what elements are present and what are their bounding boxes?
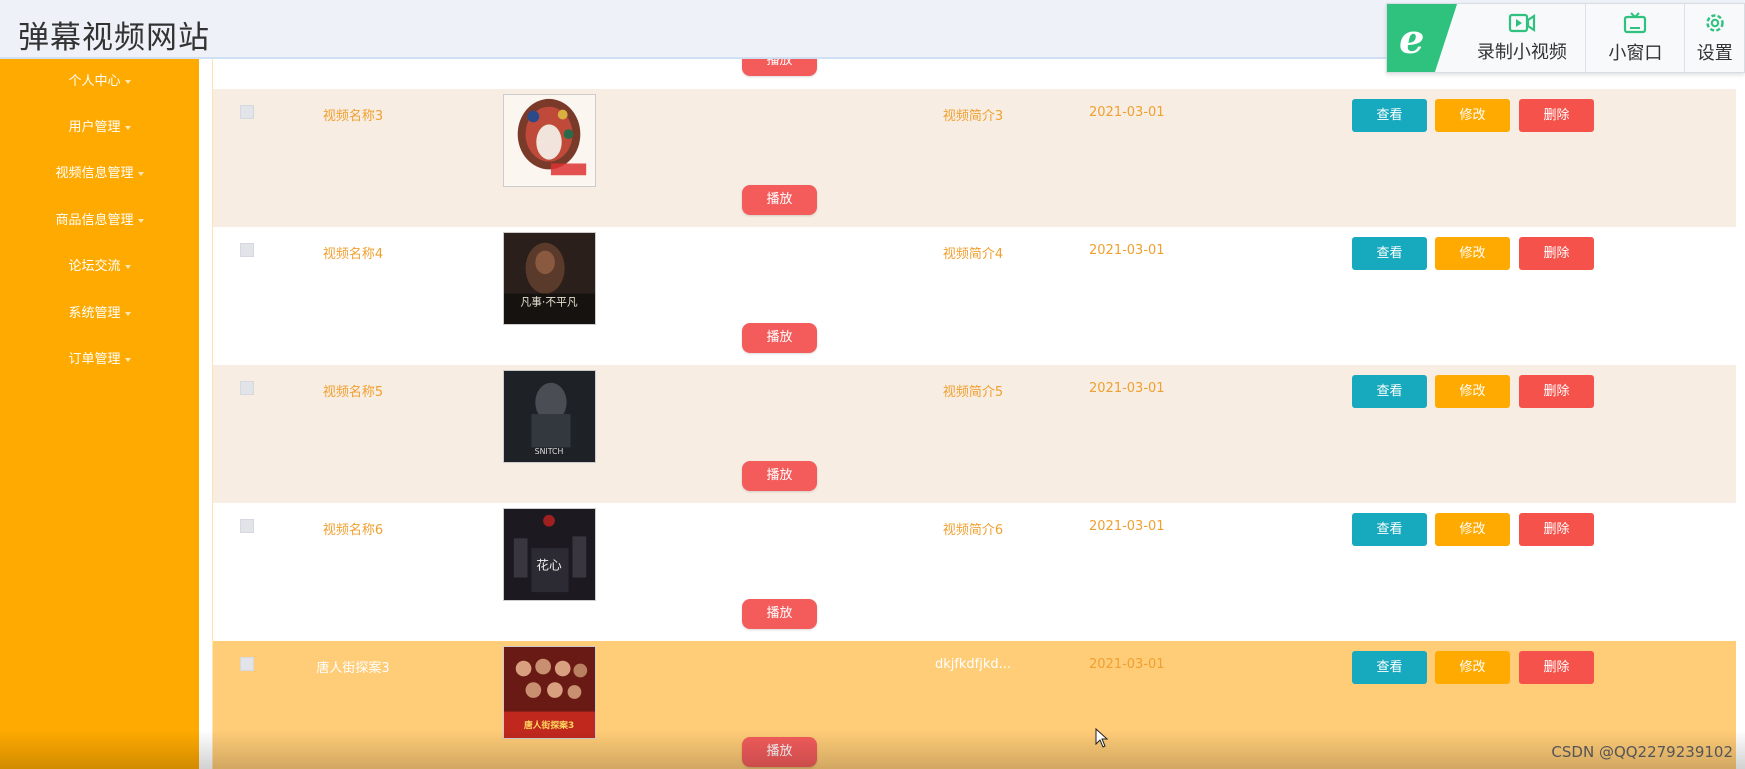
- video-thumbnail[interactable]: [503, 94, 596, 187]
- thumb-caption: 花心: [536, 558, 562, 573]
- play-button[interactable]: 播放: [742, 599, 817, 629]
- sidebar-item-orders[interactable]: 订单管理: [0, 337, 199, 383]
- caret-down-icon: [124, 311, 131, 316]
- table-row: 唐人街探案3 唐人街探案3 dkjfkdfjkd... 2021-03-01 查…: [213, 641, 1736, 769]
- thumb-caption: 唐人街探案3: [524, 719, 574, 731]
- caret-down-icon: [124, 125, 131, 130]
- video-date: 2021-03-01: [1089, 381, 1165, 396]
- play-button[interactable]: 播放: [742, 185, 817, 215]
- video-name: 视频名称4: [322, 247, 384, 262]
- caret-down-icon: [124, 264, 131, 269]
- edit-button[interactable]: 修改: [1435, 237, 1510, 270]
- mouse-cursor-icon: [1095, 728, 1109, 748]
- view-button[interactable]: 查看: [1352, 513, 1427, 546]
- caret-down-icon: [137, 218, 144, 223]
- table-row: 视频名称4 凡事·不平凡 视频简介4 2021-03-01 查看 修改 删除 播…: [213, 227, 1736, 365]
- thumb-caption: 凡事·不平凡: [520, 295, 577, 308]
- settings-button[interactable]: 设置: [1684, 4, 1744, 72]
- browser-logo-icon[interactable]: e: [1387, 4, 1459, 72]
- play-button[interactable]: 播放: [742, 461, 817, 491]
- sidebar: 个人中心 用户管理 视频信息管理 商品信息管理 论坛交流 系统管理 订单管理: [0, 59, 199, 769]
- table-row: 视频名称6 花心 视频简介6 2021-03-01 查看 修改 删除 播放: [213, 503, 1736, 641]
- thumb-caption: SNITCH: [535, 447, 564, 456]
- caret-down-icon: [124, 79, 131, 84]
- view-button[interactable]: 查看: [1352, 651, 1427, 684]
- row-checkbox[interactable]: [240, 105, 254, 119]
- video-name: 视频名称6: [322, 523, 384, 538]
- edit-button[interactable]: 修改: [1435, 513, 1510, 546]
- row-checkbox[interactable]: [240, 381, 254, 395]
- video-name: 视频名称5: [322, 385, 384, 400]
- video-thumbnail[interactable]: 花心: [503, 508, 596, 601]
- play-button[interactable]: 播放: [742, 323, 817, 353]
- watermark: CSDN @QQ2279239102: [1551, 743, 1733, 761]
- video-table: 播放 视频名称3 视频简介3 2021-03-01 查看 修改 删除 播放 视频…: [212, 59, 1736, 769]
- table-row: 视频名称5 SNITCH 视频简介5 2021-03-01 查看 修改 删除 播…: [213, 365, 1736, 503]
- video-intro: 视频简介6: [942, 523, 1004, 538]
- table-row: 视频名称3 视频简介3 2021-03-01 查看 修改 删除 播放: [213, 89, 1736, 227]
- play-button[interactable]: 播放: [742, 737, 817, 767]
- tv-icon: [1624, 12, 1647, 34]
- video-intro: dkjfkdfjkd...: [934, 657, 1012, 672]
- edit-button[interactable]: 修改: [1435, 375, 1510, 408]
- view-button[interactable]: 查看: [1352, 375, 1427, 408]
- site-title: 弹幕视频网站: [18, 20, 210, 56]
- delete-button[interactable]: 删除: [1519, 513, 1594, 546]
- video-intro: 视频简介3: [942, 109, 1004, 124]
- delete-button[interactable]: 删除: [1519, 651, 1594, 684]
- edit-button[interactable]: 修改: [1435, 651, 1510, 684]
- play-button[interactable]: 播放: [742, 59, 817, 76]
- row-checkbox[interactable]: [240, 243, 254, 257]
- video-date: 2021-03-01: [1089, 243, 1165, 258]
- delete-button[interactable]: 删除: [1519, 99, 1594, 132]
- caret-down-icon: [137, 171, 144, 176]
- sidebar-item-users[interactable]: 用户管理: [0, 105, 199, 151]
- video-date: 2021-03-01: [1089, 657, 1165, 672]
- video-date: 2021-03-01: [1089, 519, 1165, 534]
- delete-button[interactable]: 删除: [1519, 375, 1594, 408]
- row-checkbox[interactable]: [240, 657, 254, 671]
- video-camera-icon: [1508, 13, 1535, 33]
- recorder-toolbar: e 录制小视频 小窗口 设置: [1386, 3, 1745, 73]
- row-checkbox[interactable]: [240, 519, 254, 533]
- video-thumbnail[interactable]: 凡事·不平凡: [503, 232, 596, 325]
- delete-button[interactable]: 删除: [1519, 237, 1594, 270]
- video-thumbnail[interactable]: SNITCH: [503, 370, 596, 463]
- video-name: 唐人街探案3: [316, 661, 390, 676]
- sidebar-item-products[interactable]: 商品信息管理: [0, 198, 199, 244]
- video-name: 视频名称3: [322, 109, 384, 124]
- sidebar-item-profile[interactable]: 个人中心: [0, 59, 199, 105]
- record-video-button[interactable]: 录制小视频: [1458, 4, 1585, 72]
- sidebar-item-videos[interactable]: 视频信息管理: [0, 151, 199, 197]
- video-thumbnail[interactable]: 唐人街探案3: [503, 646, 596, 739]
- view-button[interactable]: 查看: [1352, 237, 1427, 270]
- caret-down-icon: [124, 357, 131, 362]
- edit-button[interactable]: 修改: [1435, 99, 1510, 132]
- video-intro: 视频简介4: [942, 247, 1004, 262]
- mini-window-button[interactable]: 小窗口: [1585, 4, 1684, 72]
- sidebar-item-forum[interactable]: 论坛交流: [0, 244, 199, 290]
- sidebar-item-system[interactable]: 系统管理: [0, 291, 199, 337]
- video-intro: 视频简介5: [942, 385, 1004, 400]
- gear-icon: [1706, 14, 1724, 32]
- video-date: 2021-03-01: [1089, 105, 1165, 120]
- view-button[interactable]: 查看: [1352, 99, 1427, 132]
